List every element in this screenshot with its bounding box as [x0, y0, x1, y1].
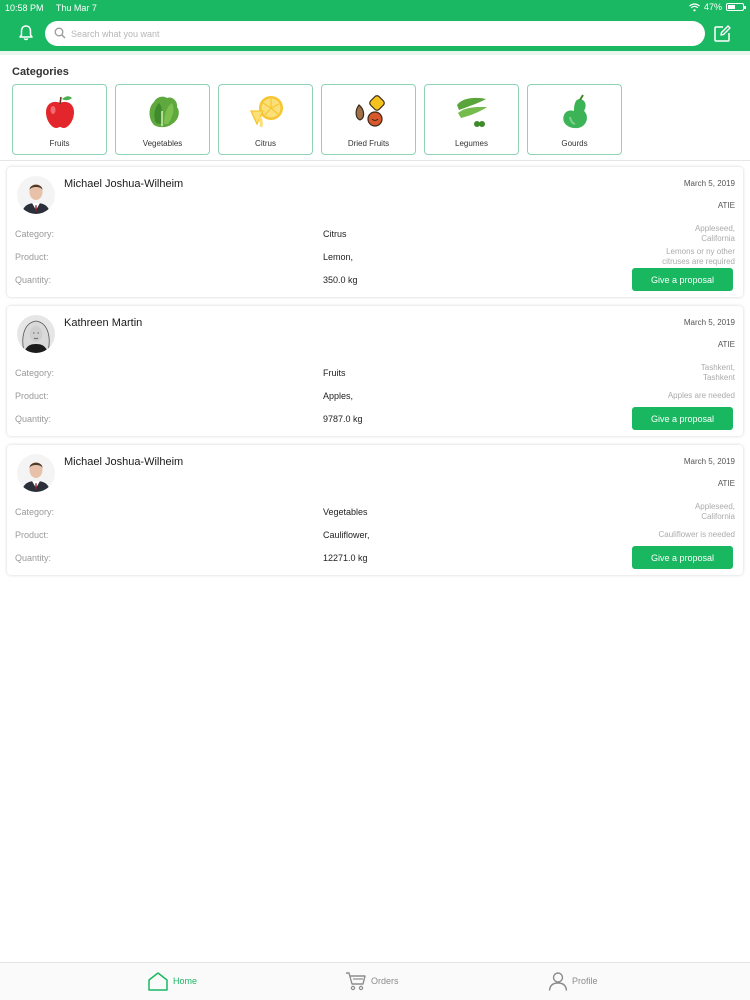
status-time: 10:58 PM: [5, 3, 44, 13]
lettuce-icon: [149, 96, 179, 128]
request-note: Cauliflower is needed: [595, 530, 736, 540]
apple-icon: [46, 96, 74, 128]
tab-home[interactable]: Home: [147, 971, 197, 991]
category-label: Category:: [15, 368, 55, 378]
quantity-label: Quantity:: [15, 553, 52, 563]
categories-title: Categories: [12, 66, 69, 78]
note-line: Cauliflower is needed: [658, 530, 736, 539]
cart-icon: [346, 972, 366, 991]
location-line: Appleseed,: [694, 224, 735, 233]
user-icon: [548, 972, 568, 991]
quantity-label: Quantity:: [15, 414, 52, 424]
organization: ATIE: [717, 201, 735, 210]
location-line: Appleseed,: [694, 502, 735, 511]
status-bar: 10:58 PM Thu Mar 7 47%: [0, 0, 750, 16]
category-vegetables[interactable]: Vegetables: [115, 84, 210, 155]
requester-name: Michael Joshua-Wilheim: [64, 456, 184, 468]
quantity-label: Quantity:: [15, 275, 52, 285]
quantity-value: 12271.0 kg: [323, 553, 368, 563]
tab-orders[interactable]: Orders: [345, 971, 399, 991]
tab-profile[interactable]: Profile: [548, 971, 598, 991]
location: Appleseed, California: [615, 502, 735, 522]
organization: ATIE: [717, 479, 735, 488]
category-dried-fruits[interactable]: Dried Fruits: [321, 84, 416, 155]
categories-list: Fruits Vegetables Citrus Dried Fruits Le…: [12, 84, 622, 155]
category-label: Fruits: [49, 139, 70, 148]
give-proposal-button[interactable]: Give a proposal: [632, 546, 733, 569]
note-line: citruses are required: [662, 257, 735, 266]
location: Appleseed, California: [615, 224, 735, 244]
product-label: Product:: [15, 530, 49, 540]
organization: ATIE: [717, 340, 735, 349]
request-date: March 5, 2019: [683, 179, 735, 188]
search-icon: [54, 27, 66, 39]
product-label: Product:: [15, 252, 49, 262]
quantity-value: 350.0 kg: [323, 275, 358, 285]
search-bar[interactable]: [45, 21, 705, 46]
category-fruits[interactable]: Fruits: [12, 84, 107, 155]
category-value: Vegetables: [323, 507, 368, 517]
lemon-icon: [249, 96, 283, 128]
category-value: Citrus: [323, 229, 347, 239]
category-label: Legumes: [455, 139, 488, 148]
search-input[interactable]: [71, 25, 691, 42]
product-value: Cauliflower,: [323, 530, 370, 540]
category-citrus[interactable]: Citrus: [218, 84, 313, 155]
category-value: Fruits: [323, 368, 346, 378]
request-date: March 5, 2019: [683, 318, 735, 327]
category-gourds[interactable]: Gourds: [527, 84, 622, 155]
status-date: Thu Mar 7: [55, 3, 97, 13]
product-value: Lemon,: [323, 252, 354, 262]
location-line: Tashkent,: [700, 363, 735, 372]
request-card: Michael Joshua-Wilheim March 5, 2019 ATI…: [7, 167, 743, 297]
product-label: Product:: [15, 391, 49, 401]
avatar: [17, 176, 55, 214]
request-note: Lemons or ny other citruses are required: [595, 247, 735, 267]
home-icon: [148, 972, 168, 991]
category-legumes[interactable]: Legumes: [424, 84, 519, 155]
quantity-value: 9787.0 kg: [323, 414, 363, 424]
gourd-icon: [563, 94, 587, 129]
location-line: California: [701, 234, 735, 243]
give-proposal-button[interactable]: Give a proposal: [632, 268, 733, 291]
category-label: Category:: [15, 229, 55, 239]
product-value: Apples,: [323, 391, 354, 401]
avatar: [17, 315, 55, 353]
category-label: Dried Fruits: [347, 139, 390, 148]
tab-bar: Home Orders Profile: [0, 962, 750, 1000]
request-card: Michael Joshua-Wilheim March 5, 2019 ATI…: [7, 445, 743, 575]
give-proposal-button[interactable]: Give a proposal: [632, 407, 733, 430]
dried-fruits-icon: [355, 95, 385, 127]
header-divider: [0, 51, 750, 55]
top-bar: 10:58 PM Thu Mar 7 47%: [0, 0, 750, 51]
avatar: [17, 454, 55, 492]
note-line: Apples are needed: [667, 391, 735, 400]
category-label: Vegetables: [142, 139, 183, 148]
battery-percent: 47%: [703, 2, 722, 12]
tab-label: Profile: [572, 976, 598, 986]
category-label: Gourds: [561, 139, 588, 148]
requester-name: Kathreen Martin: [64, 317, 143, 329]
request-note: Apples are needed: [595, 391, 735, 401]
note-line: Lemons or ny other: [666, 247, 735, 256]
section-divider: [0, 160, 750, 161]
tab-label: Orders: [371, 976, 399, 986]
bell-icon[interactable]: [17, 24, 35, 42]
compose-icon[interactable]: [712, 24, 732, 44]
requester-name: Michael Joshua-Wilheim: [64, 178, 184, 190]
category-label: Category:: [15, 507, 55, 517]
request-date: March 5, 2019: [683, 457, 735, 466]
location-line: California: [701, 512, 735, 521]
location-line: Tashkent: [702, 373, 735, 382]
location: Tashkent, Tashkent: [615, 363, 735, 383]
tab-label: Home: [173, 976, 198, 986]
wifi-icon: [689, 2, 700, 11]
pea-pod-icon: [457, 97, 487, 127]
category-label: Citrus: [255, 139, 276, 148]
battery-icon: [726, 3, 746, 11]
request-card: Kathreen Martin March 5, 2019 ATIE Categ…: [7, 306, 743, 436]
